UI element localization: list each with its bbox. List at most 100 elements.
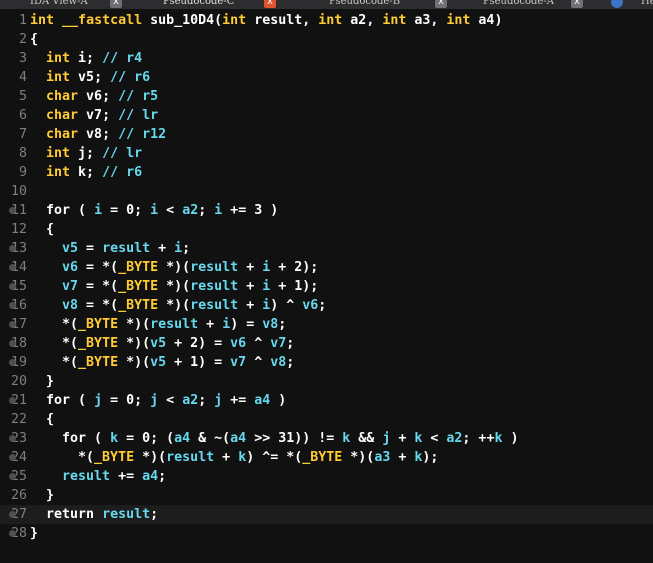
code-line[interactable]: 12 { bbox=[0, 220, 653, 239]
code-token: += 3 ) bbox=[222, 203, 279, 218]
code-line[interactable]: 23 for ( k = 0; (a4 & ~(a4 >> 31)) != k … bbox=[0, 429, 653, 448]
breakpoint-marker-icon[interactable] bbox=[9, 359, 16, 366]
code-text: char v7; // lr bbox=[30, 106, 158, 125]
identifier-token: a4 bbox=[174, 431, 191, 446]
breakpoint-marker-icon[interactable] bbox=[9, 283, 16, 290]
breakpoint-marker-icon[interactable] bbox=[9, 397, 16, 404]
close-icon[interactable]: x bbox=[571, 0, 583, 8]
keyword-token: _BYTE bbox=[78, 336, 119, 351]
code-line[interactable]: 3 int i; // r4 bbox=[0, 49, 653, 68]
code-line[interactable]: 25 result += a4; bbox=[0, 467, 653, 486]
code-token: ) = bbox=[230, 317, 263, 332]
code-line[interactable]: 27 return result; bbox=[0, 505, 653, 524]
line-number: 4 bbox=[18, 70, 27, 85]
close-icon[interactable]: x bbox=[435, 0, 447, 8]
code-line[interactable]: 7 char v8; // r12 bbox=[0, 125, 653, 144]
close-icon[interactable]: x bbox=[264, 0, 276, 8]
code-line[interactable]: 10 bbox=[0, 182, 653, 201]
keyword-token: int bbox=[46, 51, 71, 66]
breakpoint-marker-icon[interactable] bbox=[9, 207, 16, 214]
code-line[interactable]: 1 int __fastcall sub_10D4(int result, int… bbox=[0, 11, 653, 30]
code-line[interactable]: 8 int j; // lr bbox=[0, 144, 653, 163]
code-line[interactable]: 13 v5 = result + i; bbox=[0, 239, 653, 258]
code-token: result, bbox=[246, 13, 319, 28]
breakpoint-marker-icon[interactable] bbox=[9, 511, 16, 518]
tab-pseudocode-b[interactable]: Pseudocode-B bbox=[329, 0, 400, 9]
tab-ida-view-a[interactable]: IDA View-A bbox=[30, 0, 88, 9]
keyword-token: _BYTE bbox=[302, 450, 343, 465]
identifier-token: a4 bbox=[142, 469, 159, 484]
code-line[interactable]: 5 char v6; // r5 bbox=[0, 87, 653, 106]
code-line[interactable]: 20 } bbox=[0, 372, 653, 391]
tab-pseudocode-a[interactable]: Pseudocode-A bbox=[483, 0, 554, 9]
code-token: ^ bbox=[246, 336, 271, 351]
code-text: } bbox=[30, 524, 38, 543]
code-token: j; bbox=[70, 146, 103, 161]
pseudocode-editor[interactable]: 1 int __fastcall sub_10D4(int result, int… bbox=[0, 11, 653, 543]
code-line[interactable]: 4 int v5; // r6 bbox=[0, 68, 653, 87]
identifier-token: v5 bbox=[150, 355, 167, 370]
code-line[interactable]: 21 for ( j = 0; j < a2; j += a4 ) bbox=[0, 391, 653, 410]
code-line[interactable]: 28} bbox=[0, 524, 653, 543]
code-line[interactable]: 9 int k; // r6 bbox=[0, 163, 653, 182]
code-line[interactable]: 17 *(_BYTE *)(result + i) = v8; bbox=[0, 315, 653, 334]
identifier-token: i bbox=[94, 203, 103, 218]
tab-hex-view[interactable]: He bbox=[641, 0, 653, 9]
keyword-token: int bbox=[46, 165, 71, 180]
code-token: { bbox=[30, 412, 55, 427]
breakpoint-marker-icon[interactable] bbox=[9, 473, 16, 480]
breakpoint-marker-icon[interactable] bbox=[9, 245, 16, 252]
code-line[interactable]: 11 for ( i = 0; i < a2; i += 3 ) bbox=[0, 201, 653, 220]
code-token: = *( bbox=[78, 279, 119, 294]
close-icon[interactable]: x bbox=[110, 0, 122, 8]
hex-view-icon[interactable] bbox=[611, 0, 623, 8]
breakpoint-marker-icon[interactable] bbox=[9, 340, 16, 347]
code-line[interactable]: 15 v7 = *(_BYTE *)(result + i + 1); bbox=[0, 277, 653, 296]
code-token: + bbox=[238, 279, 263, 294]
code-token: + 1); bbox=[270, 279, 319, 294]
code-token: for bbox=[46, 203, 71, 218]
breakpoint-marker-icon[interactable] bbox=[9, 264, 16, 271]
code-line[interactable]: 24 *(_BYTE *)(result + k) ^= *(_BYTE *)(… bbox=[0, 448, 653, 467]
code-token: + 2); bbox=[270, 260, 319, 275]
code-token: + bbox=[238, 260, 263, 275]
code-line[interactable]: 18 *(_BYTE *)(v5 + 2) = v6 ^ v7; bbox=[0, 334, 653, 353]
code-token: v6; bbox=[78, 89, 119, 104]
comment-token: // r6 bbox=[110, 70, 151, 85]
code-token: + bbox=[390, 431, 415, 446]
line-number: 8 bbox=[18, 146, 27, 161]
code-token: + bbox=[390, 450, 415, 465]
code-line[interactable]: 19 *(_BYTE *)(v5 + 1) = v7 ^ v8; bbox=[0, 353, 653, 372]
breakpoint-marker-icon[interactable] bbox=[9, 454, 16, 461]
tab-pseudocode-c[interactable]: Pseudocode-C bbox=[163, 0, 234, 9]
line-number: 12 bbox=[10, 222, 27, 237]
code-line[interactable]: 16 v8 = *(_BYTE *)(result + i) ^ v6; bbox=[0, 296, 653, 315]
identifier-token: result bbox=[190, 260, 239, 275]
line-number: 3 bbox=[18, 51, 27, 66]
keyword-token: int bbox=[46, 70, 71, 85]
code-token: < bbox=[158, 393, 183, 408]
code-token: ; bbox=[150, 507, 159, 522]
line-number: 7 bbox=[18, 127, 27, 142]
code-text: { bbox=[30, 220, 54, 239]
breakpoint-marker-icon[interactable] bbox=[9, 530, 16, 537]
breakpoint-marker-icon[interactable] bbox=[9, 302, 16, 309]
code-line[interactable]: 22 { bbox=[0, 410, 653, 429]
code-token: *)( bbox=[118, 317, 151, 332]
line-number: 20 bbox=[10, 374, 27, 389]
code-token: + 1) = bbox=[166, 355, 231, 370]
identifier-token: v6 bbox=[230, 336, 247, 351]
breakpoint-marker-icon[interactable] bbox=[9, 435, 16, 442]
line-number: 26 bbox=[10, 488, 27, 503]
breakpoint-marker-icon[interactable] bbox=[9, 321, 16, 328]
code-line[interactable]: 6 char v7; // lr bbox=[0, 106, 653, 125]
code-line[interactable]: 2{ bbox=[0, 30, 653, 49]
identifier-token: result bbox=[190, 298, 239, 313]
code-line[interactable]: 14 v6 = *(_BYTE *)(result + i + 2); bbox=[0, 258, 653, 277]
code-line[interactable]: 26 } bbox=[0, 486, 653, 505]
